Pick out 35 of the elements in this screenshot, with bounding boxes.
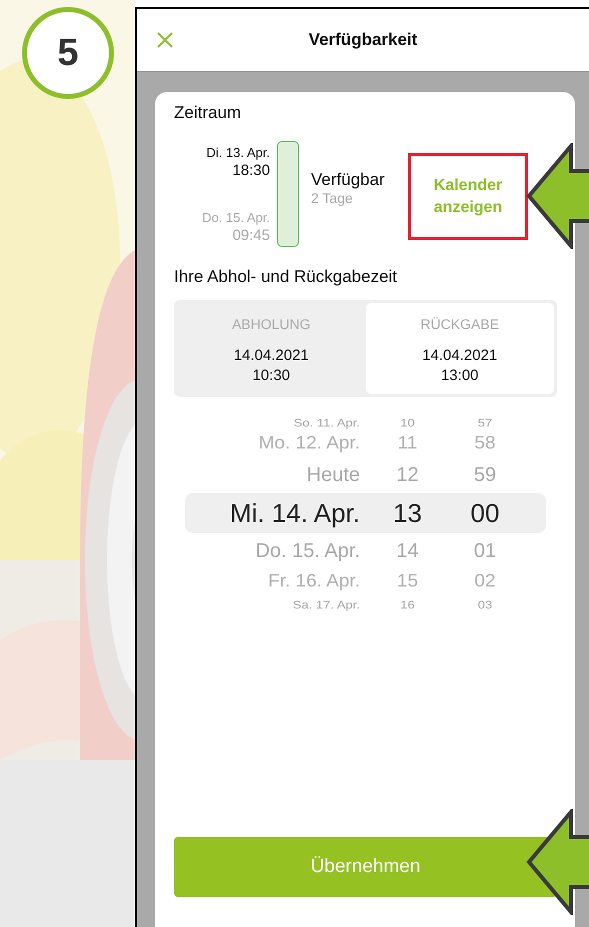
- section-heading: Ihre Abhol- und Rückgabezeit: [174, 266, 398, 288]
- end-date: Do. 15. Apr.: [202, 209, 270, 227]
- date-option[interactable]: Heute: [306, 464, 360, 486]
- hour-option[interactable]: 11: [398, 434, 418, 454]
- start-time: 18:30: [232, 162, 270, 180]
- segment-tab[interactable]: RÜCKGABE 14.04.2021 13:00: [366, 303, 554, 394]
- start-date: Di. 13. Apr.: [206, 144, 270, 162]
- segment-tab[interactable]: ABHOLUNG 14.04.2021 10:30: [177, 303, 366, 394]
- minute-option[interactable]: 01: [474, 540, 496, 562]
- section-heading: Zeitraum: [174, 102, 242, 124]
- minute-option[interactable]: 59: [474, 464, 496, 486]
- end-time: 09:45: [232, 227, 270, 245]
- hour-option[interactable]: 16: [400, 598, 415, 610]
- hour-option[interactable]: 13: [393, 498, 422, 528]
- minute-option[interactable]: 58: [474, 434, 496, 454]
- window-title: Verfügbarkeit: [308, 30, 418, 50]
- date-option[interactable]: Do. 15. Apr.: [255, 540, 360, 562]
- date-option[interactable]: Sa. 17. Apr.: [292, 598, 360, 610]
- hour-option[interactable]: 14: [396, 540, 419, 562]
- minute-option[interactable]: 57: [478, 416, 492, 428]
- date-option[interactable]: Fr. 16. Apr.: [268, 572, 360, 592]
- hour-option[interactable]: 10: [400, 416, 415, 428]
- minute-option[interactable]: 03: [478, 598, 492, 610]
- date-option[interactable]: Mo. 12. Apr.: [258, 434, 360, 454]
- hour-option[interactable]: 15: [396, 572, 418, 592]
- apply-button[interactable]: Übernehmen: [174, 837, 557, 897]
- minute-option[interactable]: 00: [470, 498, 500, 528]
- duration-text: 2 Tage: [311, 190, 353, 206]
- close-icon[interactable]: [157, 32, 173, 48]
- minute-option[interactable]: 02: [474, 572, 496, 592]
- calendar-link[interactable]: Kalender anzeigen: [423, 174, 513, 218]
- availability-status: Verfügbar: [311, 170, 385, 190]
- date-option[interactable]: So. 11. Apr.: [294, 416, 360, 428]
- hour-option[interactable]: 12: [396, 464, 419, 486]
- date-option[interactable]: Mi. 14. Apr.: [230, 498, 360, 528]
